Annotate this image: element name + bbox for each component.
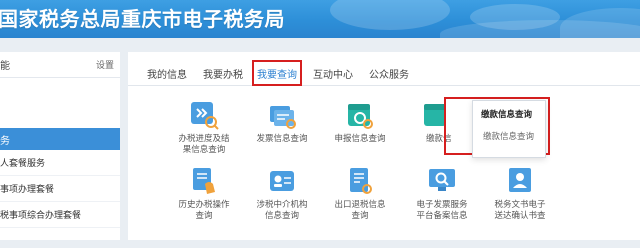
tile-label: 查询 bbox=[195, 211, 213, 221]
sidebar-section-header[interactable]: 务 bbox=[0, 128, 120, 150]
tab-interaction-center[interactable]: 互动中心 bbox=[308, 60, 358, 86]
site-header: 国家税务总局重庆市电子税务局 bbox=[0, 0, 640, 38]
sidebar-item-tax-comprehensive-package[interactable]: 税事项综合办理套餐 bbox=[0, 202, 120, 228]
tile-declaration-query[interactable]: 申报信息查询 bbox=[324, 100, 396, 145]
tile-label: 税务文书电子 bbox=[494, 200, 546, 210]
tile-label: 信息查询 bbox=[264, 211, 299, 221]
tile-label: 涉税中介机构 bbox=[256, 200, 308, 210]
tile-label: 送达确认书查 bbox=[494, 211, 546, 221]
tile-label: 发票信息查询 bbox=[256, 134, 308, 144]
e-invoice-monitor-icon bbox=[427, 166, 457, 196]
tab-public-service[interactable]: 公众服务 bbox=[364, 60, 414, 86]
export-refund-doc-icon bbox=[345, 166, 375, 196]
sidebar-header-label: 能 bbox=[0, 61, 10, 72]
sidebar-item-personal-package[interactable]: 人套餐服务 bbox=[0, 150, 120, 176]
tile-export-refund-query[interactable]: 出口退税信息 查询 bbox=[324, 166, 396, 222]
history-hand-icon bbox=[189, 166, 219, 196]
tile-label: 查询 bbox=[351, 211, 369, 221]
site-title: 国家税务总局重庆市电子税务局 bbox=[0, 7, 285, 31]
agency-id-card-icon bbox=[267, 166, 297, 196]
tile-agency-query[interactable]: 涉税中介机构 信息查询 bbox=[246, 166, 318, 222]
tile-label: 历史办税操作 bbox=[178, 200, 230, 210]
tab-my-info[interactable]: 我的信息 bbox=[142, 60, 192, 86]
tab-handle-tax[interactable]: 我要办税 bbox=[198, 60, 248, 86]
progress-search-icon bbox=[189, 100, 219, 130]
main-panel: 我的信息 我要办税 我要查询 互动中心 公众服务 办税进度及结 果信息查询 发票… bbox=[128, 52, 640, 248]
invoice-cards-icon bbox=[267, 100, 297, 130]
tile-e-invoice-query[interactable]: 电子发票服务 平台备案信息 bbox=[406, 166, 478, 222]
dropdown-title: 缴款信息查询 bbox=[481, 110, 533, 120]
sidebar-settings-link[interactable]: 设置 bbox=[96, 58, 114, 71]
tile-label: 平台备案信息 bbox=[416, 211, 468, 221]
sidebar: 能 设置 务 人套餐服务 事项办理套餐 税事项综合办理套餐 bbox=[0, 52, 120, 248]
sidebar-header: 能 设置 bbox=[0, 52, 120, 78]
tab-query[interactable]: 我要查询 bbox=[252, 60, 302, 86]
tile-label: 办税进度及结 bbox=[178, 134, 230, 144]
tile-progress-query[interactable]: 办税进度及结 果信息查询 bbox=[168, 100, 240, 156]
tile-tax-doc-query[interactable]: 税务文书电子 送达确认书查 bbox=[484, 166, 556, 222]
tile-invoice-query[interactable]: 发票信息查询 bbox=[246, 100, 318, 145]
tile-label: 电子发票服务 bbox=[416, 200, 468, 210]
tile-history-query[interactable]: 历史办税操作 查询 bbox=[168, 166, 240, 222]
tile-label: 果信息查询 bbox=[182, 145, 226, 155]
tax-doc-person-icon bbox=[505, 166, 535, 196]
sidebar-item-matters-package[interactable]: 事项办理套餐 bbox=[0, 176, 120, 202]
payment-query-dropdown: 缴款信息查询 缴款信息查询 bbox=[472, 100, 546, 158]
tile-label: 申报信息查询 bbox=[334, 134, 386, 144]
tile-label: 出口退税信息 bbox=[334, 200, 386, 210]
tab-bar: 我的信息 我要办税 我要查询 互动中心 公众服务 bbox=[128, 60, 640, 86]
declaration-folder-icon bbox=[345, 100, 375, 130]
dropdown-item-payment-query[interactable]: 缴款信息查询 bbox=[473, 120, 545, 142]
